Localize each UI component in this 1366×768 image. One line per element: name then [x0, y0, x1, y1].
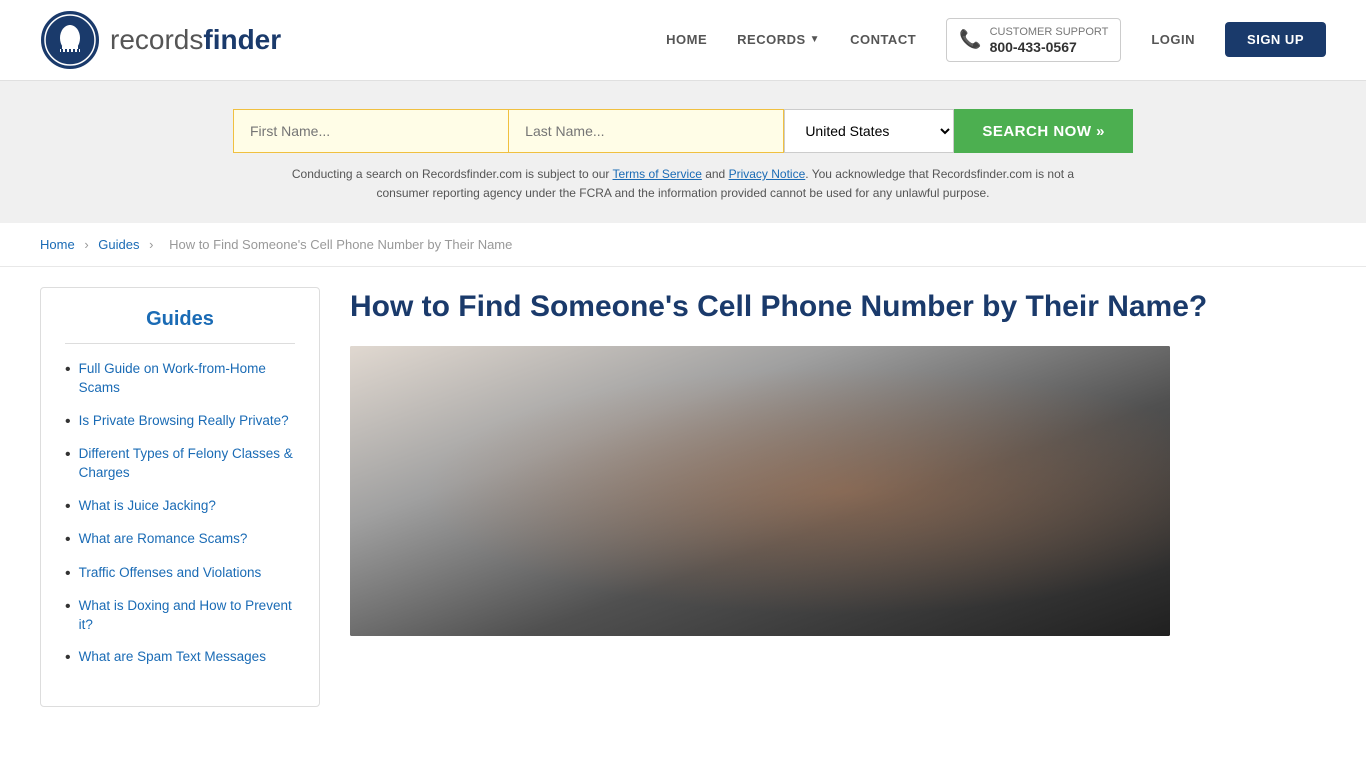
sidebar-link-work-scams[interactable]: Full Guide on Work-from-Home Scams	[79, 360, 295, 398]
search-section: United States SEARCH NOW » Conducting a …	[0, 81, 1366, 223]
terms-link[interactable]: Terms of Service	[613, 167, 702, 181]
list-item: What is Doxing and How to Prevent it?	[65, 597, 295, 635]
privacy-link[interactable]: Privacy Notice	[729, 167, 806, 181]
sidebar-title: Guides	[65, 308, 295, 344]
logo: recordsfinder	[40, 10, 281, 70]
list-item: Traffic Offenses and Violations	[65, 564, 295, 583]
sidebar-link-traffic[interactable]: Traffic Offenses and Violations	[79, 564, 262, 583]
list-item: What are Romance Scams?	[65, 530, 295, 549]
list-item: Different Types of Felony Classes & Char…	[65, 445, 295, 483]
logo-icon	[40, 10, 100, 70]
breadcrumb-current: How to Find Someone's Cell Phone Number …	[169, 237, 512, 252]
list-item: What is Juice Jacking?	[65, 497, 295, 516]
nav-contact[interactable]: CONTACT	[850, 32, 916, 47]
breadcrumb: Home › Guides › How to Find Someone's Ce…	[0, 223, 1366, 267]
svg-text:e: e	[787, 428, 794, 442]
svg-text:o: o	[750, 428, 757, 442]
country-select[interactable]: United States	[784, 109, 954, 153]
list-item: What are Spam Text Messages	[65, 648, 295, 667]
sidebar-link-felony[interactable]: Different Types of Felony Classes & Char…	[79, 445, 295, 483]
sidebar-link-romance-scams[interactable]: What are Romance Scams?	[79, 530, 248, 549]
sidebar-link-private-browsing[interactable]: Is Private Browsing Really Private?	[79, 412, 289, 431]
search-notice: Conducting a search on Recordsfinder.com…	[283, 165, 1083, 203]
list-item: Is Private Browsing Really Private?	[65, 412, 295, 431]
support-label: CUSTOMER SUPPORT	[990, 25, 1109, 39]
main-nav: HOME RECORDS ▼ CONTACT 📞 CUSTOMER SUPPOR…	[666, 18, 1326, 62]
sidebar-link-doxing[interactable]: What is Doxing and How to Prevent it?	[79, 597, 295, 635]
svg-text:G: G	[740, 428, 749, 442]
article: How to Find Someone's Cell Phone Number …	[350, 287, 1326, 706]
last-name-input[interactable]	[508, 109, 784, 153]
list-item: Full Guide on Work-from-Home Scams	[65, 360, 295, 398]
article-image: G o o g l e	[350, 346, 1170, 636]
search-button[interactable]: SEARCH NOW »	[954, 109, 1133, 153]
breadcrumb-sep1: ›	[84, 237, 88, 252]
breadcrumb-guides[interactable]: Guides	[98, 237, 139, 252]
article-title: How to Find Someone's Cell Phone Number …	[350, 287, 1326, 326]
sidebar-link-spam-text[interactable]: What are Spam Text Messages	[79, 648, 266, 667]
signup-button[interactable]: SIGN UP	[1225, 22, 1326, 57]
login-button[interactable]: LOGIN	[1151, 32, 1195, 47]
breadcrumb-sep2: ›	[149, 237, 153, 252]
guides-sidebar: Guides Full Guide on Work-from-Home Scam…	[40, 287, 320, 706]
svg-text:g: g	[770, 428, 777, 442]
search-row: United States SEARCH NOW »	[233, 109, 1133, 153]
nav-records[interactable]: RECORDS ▼	[737, 32, 820, 47]
first-name-input[interactable]	[233, 109, 508, 153]
phone-icon: 📞	[959, 29, 981, 50]
breadcrumb-home[interactable]: Home	[40, 237, 75, 252]
nav-home[interactable]: HOME	[666, 32, 707, 47]
support-box: 📞 CUSTOMER SUPPORT 800-433-0567	[946, 18, 1121, 62]
main-content: Guides Full Guide on Work-from-Home Scam…	[0, 267, 1366, 726]
logo-text: recordsfinder	[110, 24, 281, 56]
support-phone: 800-433-0567	[990, 39, 1109, 55]
sidebar-link-juice-jacking[interactable]: What is Juice Jacking?	[79, 497, 216, 516]
svg-text:o: o	[760, 428, 767, 442]
svg-text:l: l	[780, 428, 783, 442]
header: recordsfinder HOME RECORDS ▼ CONTACT 📞 C…	[0, 0, 1366, 81]
sidebar-list: Full Guide on Work-from-Home Scams Is Pr…	[65, 360, 295, 667]
